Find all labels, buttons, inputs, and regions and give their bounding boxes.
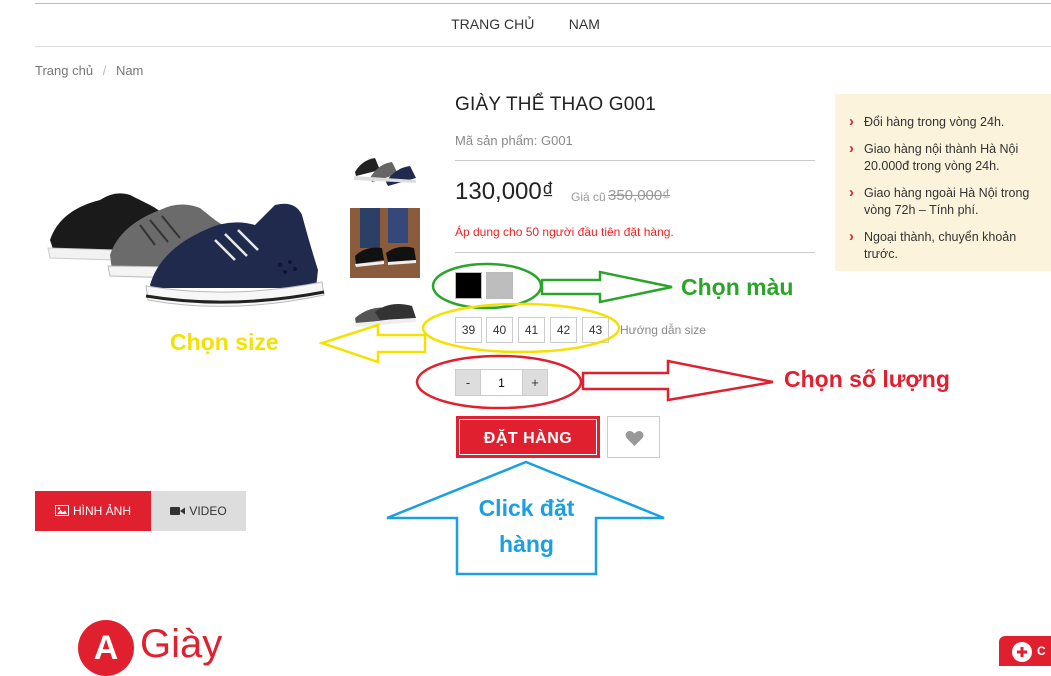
annotation-order-line2: hàng bbox=[499, 531, 554, 557]
chat-label: C bbox=[1037, 644, 1046, 658]
chat-widget-button[interactable]: C bbox=[999, 636, 1051, 666]
logo-badge: A bbox=[78, 620, 134, 676]
annotation-order-line1: Click đặt bbox=[478, 495, 575, 521]
annotation-color: Chọn màu bbox=[681, 274, 794, 300]
plus-circle-icon bbox=[1012, 642, 1032, 662]
annotation-size: Chọn size bbox=[170, 329, 279, 355]
logo-text: Giày bbox=[140, 622, 223, 666]
annotation-overlay bbox=[318, 262, 774, 576]
annotation-quantity: Chọn số lượng bbox=[784, 366, 950, 392]
